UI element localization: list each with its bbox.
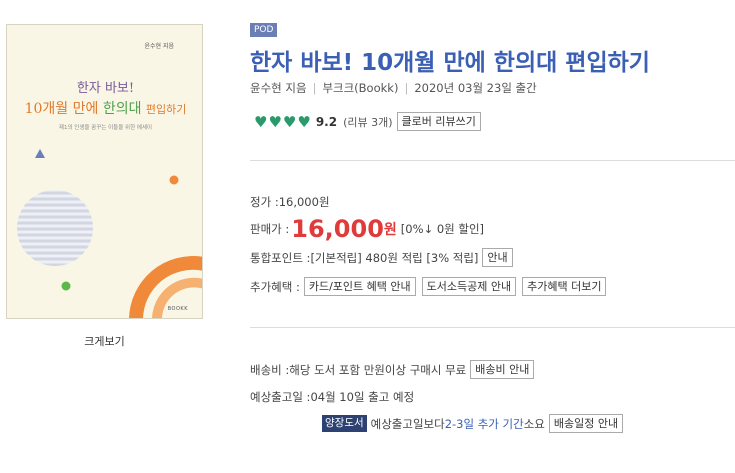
- points-label: 통합포인트 :: [250, 250, 311, 265]
- hardcover-badge: 양장도서: [322, 415, 367, 432]
- heart-icon: ♥: [282, 112, 297, 131]
- tax-deduction-button[interactable]: 도서소득공제 안내: [421, 277, 517, 296]
- shipping-fee-info-button[interactable]: 배송비 안내: [470, 360, 535, 379]
- benefit-label: 추가혜택 :: [250, 279, 300, 294]
- sale-price-unit: 원: [383, 222, 397, 238]
- write-review-button[interactable]: 클로버 리뷰쓰기: [396, 112, 481, 131]
- shipping-fee-row: 배송비 : 해당 도서 포함 만원이상 구매시 무료 배송비 안내: [250, 360, 535, 379]
- book-cover-image[interactable]: 윤수현 지음 한자 바보! 10개월 만에 한의대 편입하기 제1의 인생을 꿈…: [6, 24, 203, 319]
- sale-price-label: 판매가 :: [250, 222, 290, 236]
- list-price-value: 16,000원: [278, 195, 330, 209]
- points-row: 통합포인트 : [기본적립] 480원 적립 [3% 적립] 안내: [250, 248, 513, 267]
- pod-badge: POD: [250, 23, 278, 37]
- expected-ship-row: 예상출고일 : 04월 10일 출고 예정: [250, 389, 414, 405]
- cover-orange-dot: [169, 175, 179, 185]
- discount-text: [0%↓ 0원 할인]: [400, 222, 485, 236]
- publisher-link[interactable]: 부크크(Bookk): [322, 81, 398, 95]
- list-price-label: 정가 :: [250, 195, 279, 209]
- product-title[interactable]: 한자 바보! 10개월 만에 한의대 편입하기: [250, 43, 650, 77]
- cover-striped-circle: [17, 190, 202, 318]
- expected-ship-label: 예상출고일 :: [250, 390, 311, 404]
- shipping-note-highlight: 2-3일 추가 기간: [444, 416, 524, 431]
- benefit-row: 추가혜택 : 카드/포인트 혜택 안내 도서소득공제 안내 추가혜택 더보기: [250, 277, 608, 296]
- rating-row: ♥ ♥ ♥ ♥ 9.2 (리뷰 3개) 클로버 리뷰쓰기: [254, 112, 481, 131]
- cover-orange-arc: [129, 256, 202, 318]
- shipping-fee-label: 배송비 :: [250, 362, 290, 377]
- rating-score: 9.2: [315, 114, 338, 129]
- cover-triangle-shape: [35, 149, 45, 158]
- list-price-row: 정가 : 16,000원: [250, 194, 330, 210]
- review-count[interactable]: (리뷰 3개): [343, 114, 392, 130]
- more-benefits-button[interactable]: 추가혜택 더보기: [522, 277, 607, 296]
- card-point-benefit-button[interactable]: 카드/포인트 혜택 안내: [303, 277, 416, 296]
- publish-date: 2020년 03월 23일 출간: [414, 81, 537, 95]
- cover-artwork: [17, 149, 202, 318]
- shipping-schedule-button[interactable]: 배송일정 안내: [548, 414, 624, 433]
- cover-publisher-logo: BOOKK: [167, 306, 188, 312]
- meta-separator: |: [312, 81, 317, 95]
- shipping-note-prefix: 예상출고일보다: [370, 416, 445, 431]
- divider: [250, 327, 735, 328]
- heart-icon: ♥: [268, 112, 282, 131]
- author-link[interactable]: 윤수현 지음: [250, 81, 307, 95]
- points-text: [기본적립] 480원 적립 [3% 적립]: [310, 250, 479, 265]
- product-meta: 윤수현 지음 | 부크크(Bookk) | 2020년 03월 23일 출간: [250, 80, 537, 96]
- shipping-note-row: 양장도서 예상출고일보다 2-3일 추가 기간 소요 배송일정 안내: [322, 414, 624, 433]
- zoom-link[interactable]: 크게보기: [6, 333, 203, 349]
- heart-icon: ♥: [254, 112, 268, 131]
- shipping-fee-text: 해당 도서 포함 만원이상 구매시 무료: [289, 362, 467, 377]
- cover-green-dot: [61, 281, 71, 291]
- heart-icon: ♥: [297, 112, 311, 131]
- divider: [250, 160, 735, 161]
- meta-separator: |: [404, 81, 409, 95]
- points-info-button[interactable]: 안내: [482, 248, 513, 267]
- sale-price-row: 판매가 : 16,000 원 [0%↓ 0원 할인]: [250, 215, 484, 243]
- sale-price-value: 16,000: [291, 215, 384, 243]
- shipping-note-suffix: 소요: [523, 416, 545, 431]
- expected-ship-text: 04월 10일 출고 예정: [310, 390, 415, 404]
